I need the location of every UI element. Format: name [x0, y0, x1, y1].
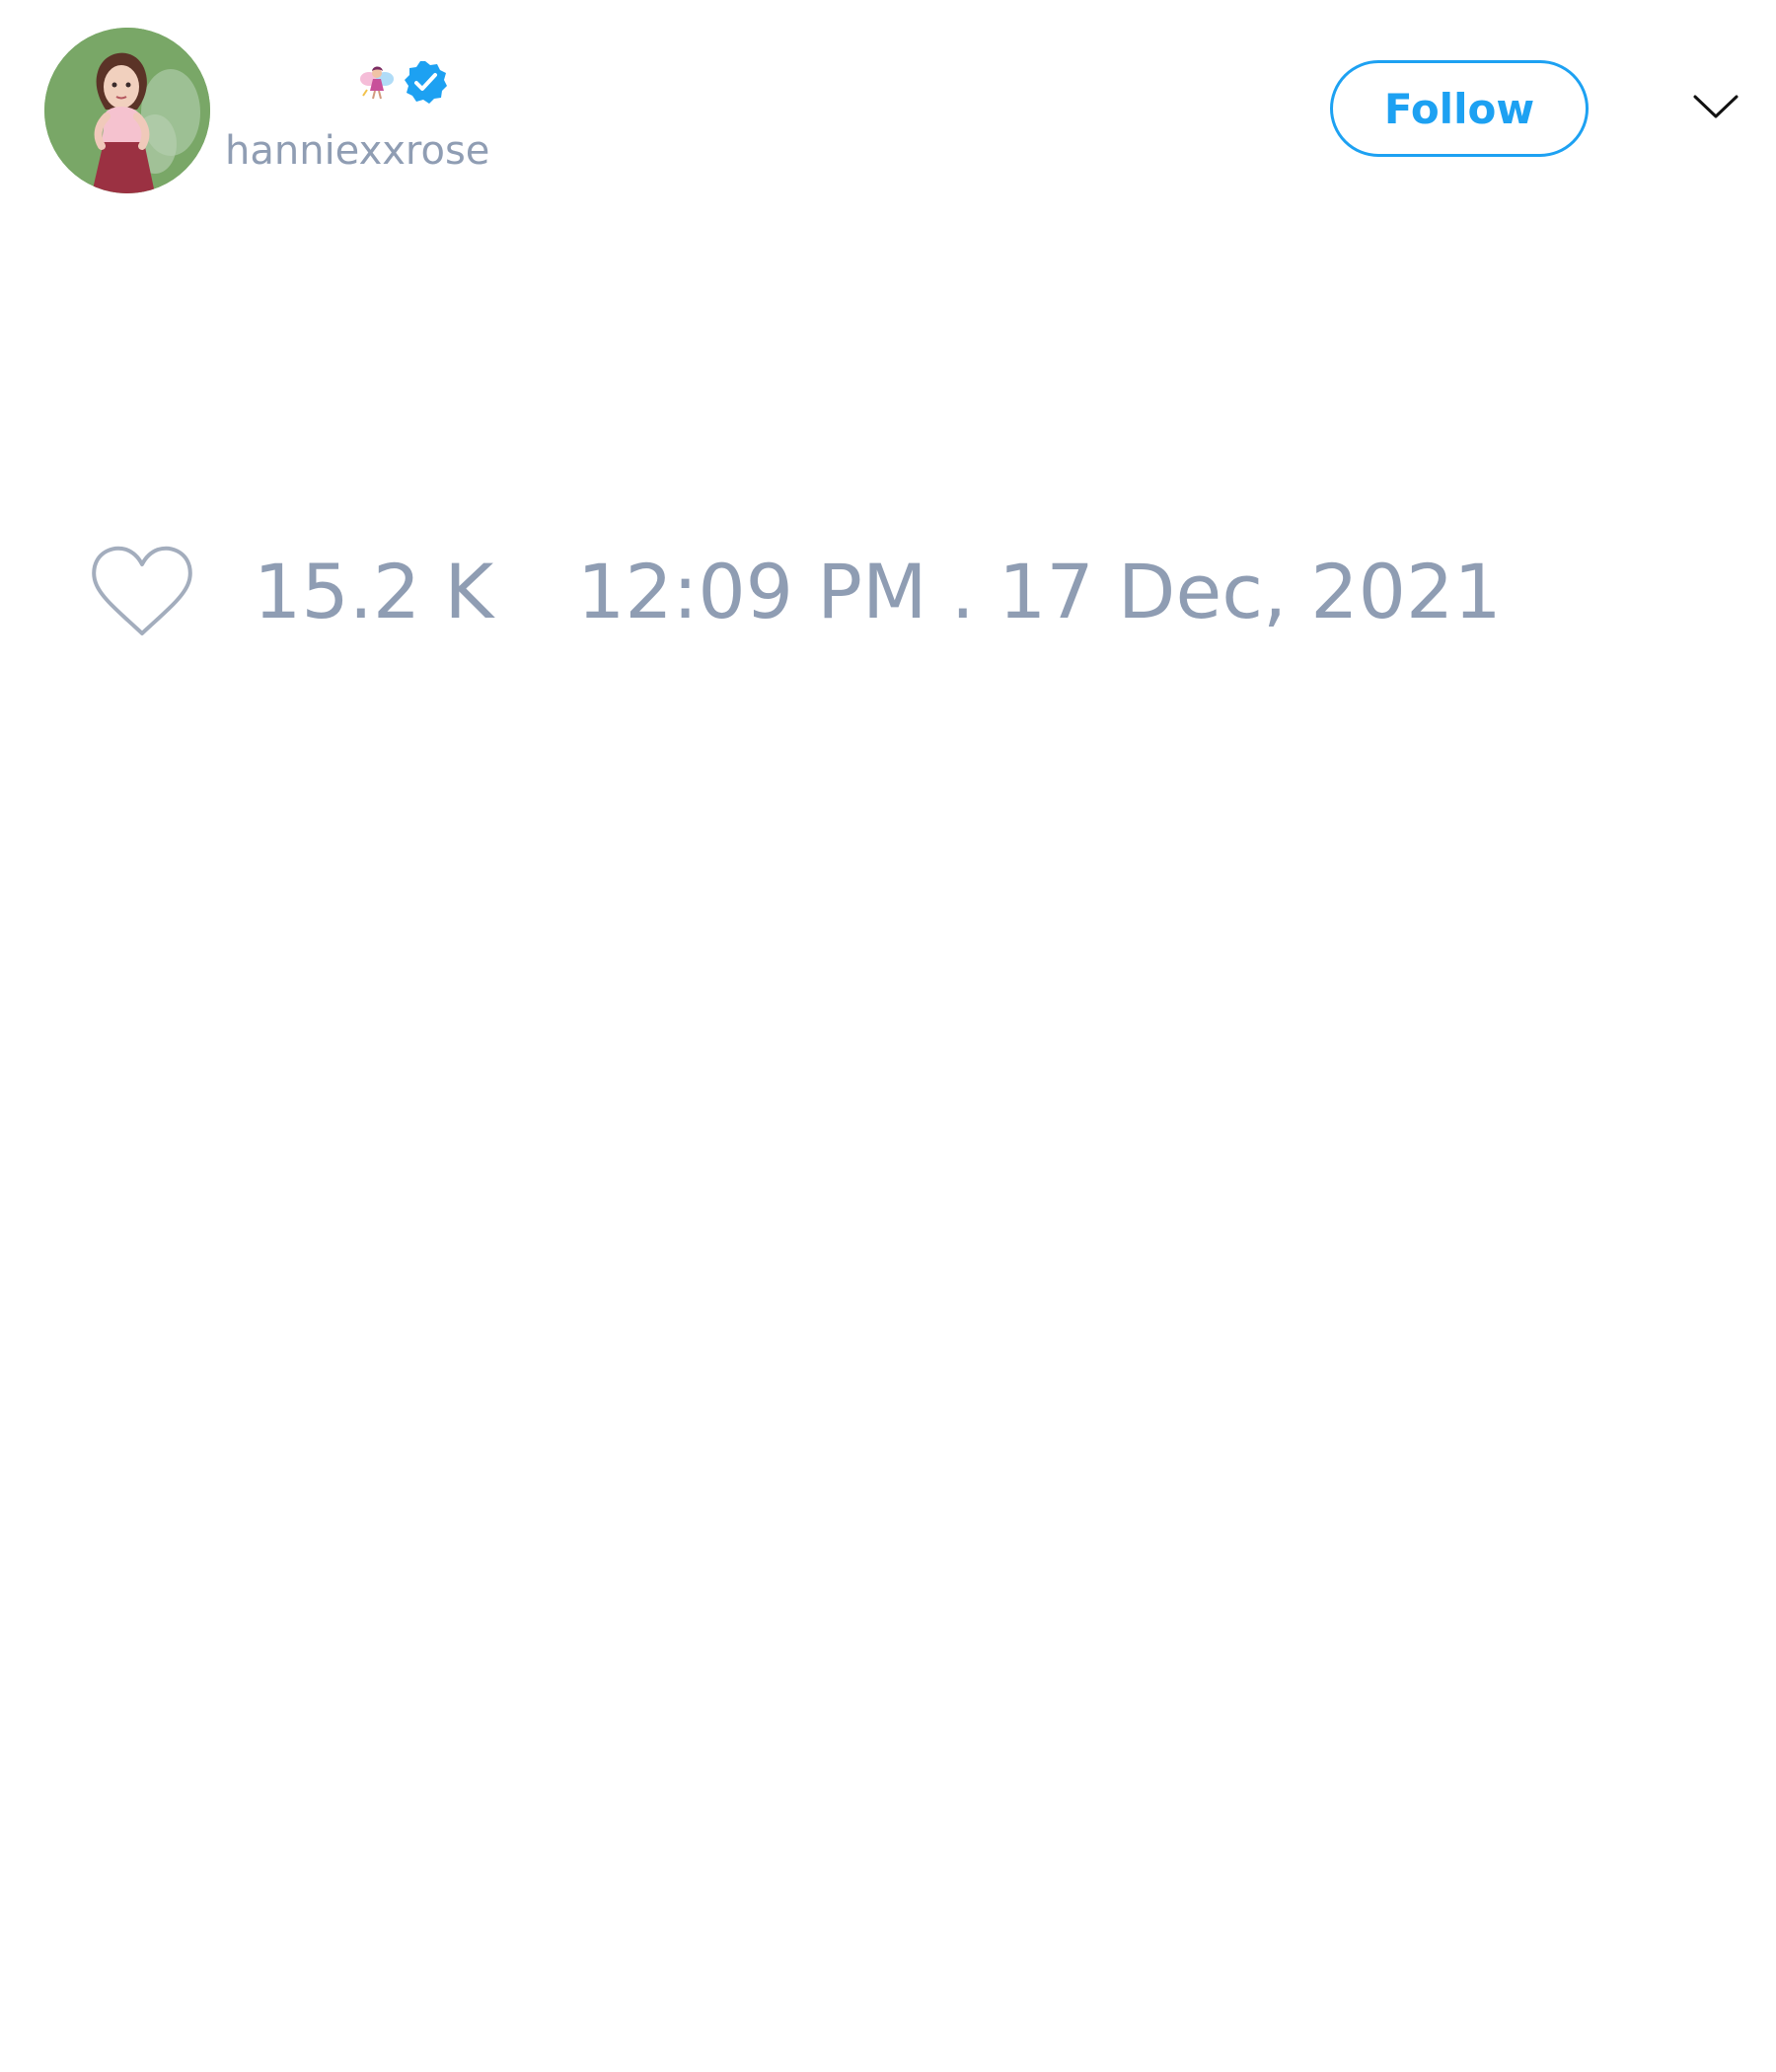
tweet-timestamp[interactable]: 12:09 PM . 17 Dec, 2021 [577, 548, 1502, 636]
tweet-card: hanniexxrose Follow 15.2 K 12:09 PM . 17… [0, 0, 1776, 2072]
tweet-header: hanniexxrose Follow [0, 0, 1776, 217]
follow-button[interactable]: Follow [1330, 60, 1589, 157]
like-count: 15.2 K [254, 548, 494, 635]
heart-icon[interactable] [87, 543, 197, 641]
display-name-row[interactable] [351, 57, 448, 107]
fairy-icon [360, 66, 394, 100]
verified-badge-icon [405, 61, 447, 104]
tweet-meta-row: 15.2 K 12:09 PM . 17 Dec, 2021 [0, 533, 1776, 651]
avatar-image [44, 28, 210, 193]
avatar[interactable] [44, 28, 210, 193]
user-handle[interactable]: hanniexxrose [225, 126, 489, 176]
chevron-down-icon[interactable] [1691, 91, 1740, 122]
